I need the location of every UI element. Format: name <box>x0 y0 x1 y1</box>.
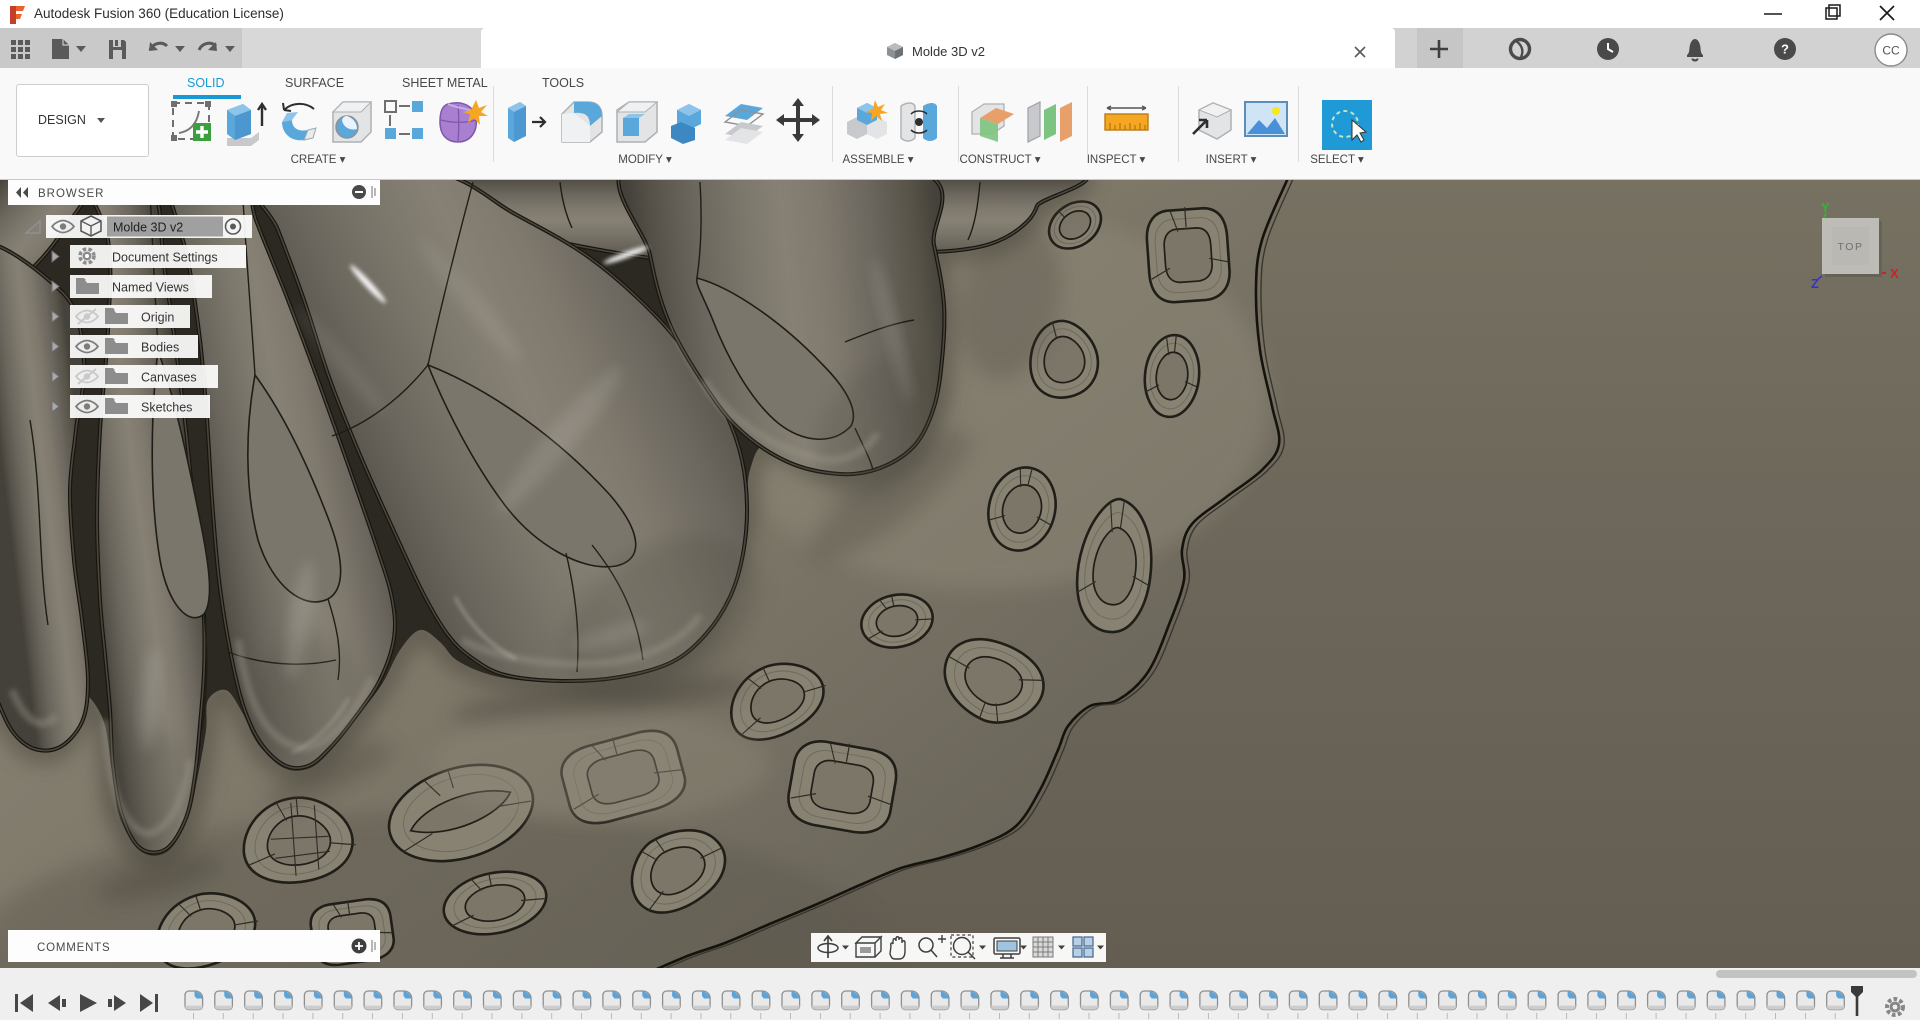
svg-text:Molde 3D v2: Molde 3D v2 <box>113 221 183 235</box>
svg-text:Bodies: Bodies <box>141 341 179 355</box>
svg-text:Sketches: Sketches <box>141 401 192 415</box>
svg-text:?: ? <box>1781 42 1789 57</box>
svg-text:X: X <box>1890 266 1899 281</box>
svg-text:Canvases: Canvases <box>141 371 197 385</box>
svg-text:COMMENTS: COMMENTS <box>37 942 110 954</box>
svg-text:CC: CC <box>1882 44 1900 58</box>
svg-text:Y: Y <box>1821 200 1830 215</box>
svg-text:Document Settings: Document Settings <box>112 251 218 265</box>
svg-text:Origin: Origin <box>141 311 174 325</box>
svg-text:Named Views: Named Views <box>112 281 189 295</box>
svg-text:TOP: TOP <box>1838 241 1864 253</box>
svg-text:BROWSER: BROWSER <box>38 188 104 200</box>
